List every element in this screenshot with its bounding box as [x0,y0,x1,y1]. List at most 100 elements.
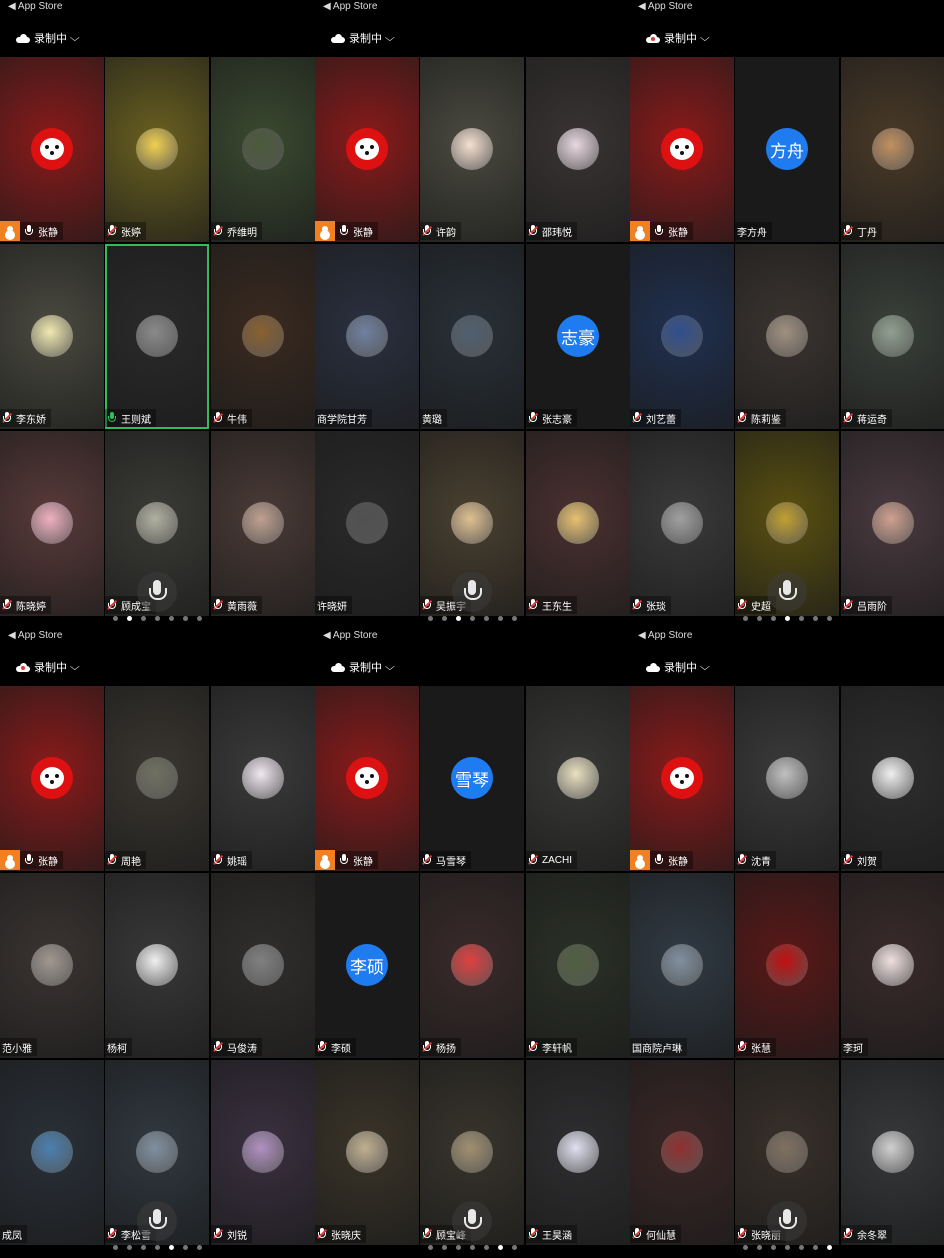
participant-tile[interactable]: 李东娇 [0,244,104,429]
mic-toggle-button[interactable] [137,572,177,612]
participant-tile[interactable]: 刘贺 [841,686,944,871]
mic-toggle-button[interactable] [767,1201,807,1241]
page-dot[interactable] [127,616,132,621]
participant-tile[interactable]: 张晓庆 [315,1060,419,1245]
recording-status[interactable]: 录制中 ⌵ [646,659,710,675]
page-dot[interactable] [155,616,160,621]
page-dot[interactable] [799,616,804,621]
page-dot[interactable] [127,1245,132,1250]
participant-tile[interactable]: 沈青 [735,686,839,871]
app-store-back-link[interactable]: ◀ App Store [638,630,692,641]
page-dot[interactable] [827,1245,832,1250]
participant-tile[interactable]: 杨柯 [105,873,209,1058]
participant-tile[interactable]: 李珂 [841,873,944,1058]
app-store-back-link[interactable]: ◀ App Store [323,1,377,12]
mic-toggle-button[interactable] [137,1201,177,1241]
page-dot[interactable] [141,1245,146,1250]
participant-tile[interactable]: 张静 [315,686,419,871]
page-dot[interactable] [771,1245,776,1250]
participant-tile[interactable]: 张静 [0,57,104,242]
page-dot[interactable] [498,1245,503,1250]
page-dot[interactable] [512,1245,517,1250]
recording-status[interactable]: 录制中 ⌵ [331,30,395,46]
participant-tile[interactable]: 刘艺蕾 [630,244,734,429]
page-dot[interactable] [813,616,818,621]
page-dot[interactable] [197,616,202,621]
participant-tile[interactable]: 张慧 [735,873,839,1058]
participant-tile[interactable]: 张琰 [630,431,734,616]
page-dot[interactable] [799,1245,804,1250]
app-store-back-link[interactable]: ◀ App Store [323,630,377,641]
page-dot[interactable] [155,1245,160,1250]
page-dot[interactable] [785,1245,790,1250]
page-dot[interactable] [757,616,762,621]
participant-tile[interactable]: 乔维明 [211,57,315,242]
participant-tile[interactable]: 张静 [630,57,734,242]
participant-tile[interactable]: 雪琴 马雪琴 [420,686,524,871]
app-store-back-link[interactable]: ◀ App Store [8,630,62,641]
participant-tile[interactable]: 陈晓婷 [0,431,104,616]
participant-tile[interactable]: 李硕 李硕 [315,873,419,1058]
participant-tile[interactable]: 余冬翠 [841,1060,944,1245]
participant-tile[interactable]: 成凤 [0,1060,104,1245]
page-dot[interactable] [113,1245,118,1250]
page-dot[interactable] [484,616,489,621]
participant-tile[interactable]: 王则斌 [105,244,209,429]
participant-tile[interactable]: 商学院甘芳 [315,244,419,429]
page-dot[interactable] [785,616,790,621]
page-dot[interactable] [442,1245,447,1250]
participant-tile[interactable]: 张静 [315,57,419,242]
page-dot[interactable] [183,616,188,621]
page-dot[interactable] [141,616,146,621]
participant-tile[interactable]: 丁丹 [841,57,944,242]
participant-tile[interactable]: 黄雨薇 [211,431,315,616]
page-dot[interactable] [197,1245,202,1250]
page-dot[interactable] [456,1245,461,1250]
page-dot[interactable] [484,1245,489,1250]
page-dot[interactable] [442,616,447,621]
participant-tile[interactable]: 马俊涛 [211,873,315,1058]
participant-tile[interactable]: 张静 [0,686,104,871]
participant-tile[interactable]: ZACHI [526,686,630,871]
mic-toggle-button[interactable] [452,1201,492,1241]
participant-tile[interactable]: 李轩帆 [526,873,630,1058]
page-dot[interactable] [757,1245,762,1250]
participant-tile[interactable]: 周艳 [105,686,209,871]
page-dot[interactable] [827,616,832,621]
page-dot[interactable] [743,616,748,621]
participant-tile[interactable]: 黄璐 [420,244,524,429]
participant-tile[interactable]: 许韵 [420,57,524,242]
recording-status[interactable]: 录制中 ⌵ [646,30,710,46]
page-dot[interactable] [470,616,475,621]
page-dot[interactable] [771,616,776,621]
page-dot[interactable] [456,616,461,621]
participant-tile[interactable]: 何仙慧 [630,1060,734,1245]
participant-tile[interactable]: 刘锐 [211,1060,315,1245]
page-dot[interactable] [470,1245,475,1250]
participant-tile[interactable]: 志豪 张志豪 [526,244,630,429]
participant-tile[interactable]: 吕雨阶 [841,431,944,616]
page-dot[interactable] [113,616,118,621]
recording-status[interactable]: 录制中 ⌵ [331,659,395,675]
page-dot[interactable] [813,1245,818,1250]
participant-tile[interactable]: 姚瑶 [211,686,315,871]
mic-toggle-button[interactable] [767,572,807,612]
recording-status[interactable]: 录制中 ⌵ [16,30,80,46]
participant-tile[interactable]: 许晓妍 [315,431,419,616]
participant-tile[interactable]: 邵玮悦 [526,57,630,242]
page-dot[interactable] [512,616,517,621]
participant-tile[interactable]: 杨扬 [420,873,524,1058]
participant-tile[interactable]: 国商院卢琳 [630,873,734,1058]
mic-toggle-button[interactable] [452,572,492,612]
app-store-back-link[interactable]: ◀ App Store [8,1,62,12]
participant-tile[interactable]: 张婷 [105,57,209,242]
participant-tile[interactable]: 张静 [630,686,734,871]
page-dot[interactable] [169,1245,174,1250]
app-store-back-link[interactable]: ◀ App Store [638,1,692,12]
page-dot[interactable] [428,1245,433,1250]
page-dot[interactable] [183,1245,188,1250]
participant-tile[interactable]: 方舟 李方舟 [735,57,839,242]
participant-tile[interactable]: 王东生 [526,431,630,616]
participant-tile[interactable]: 范小雅 [0,873,104,1058]
participant-tile[interactable]: 王昊涵 [526,1060,630,1245]
